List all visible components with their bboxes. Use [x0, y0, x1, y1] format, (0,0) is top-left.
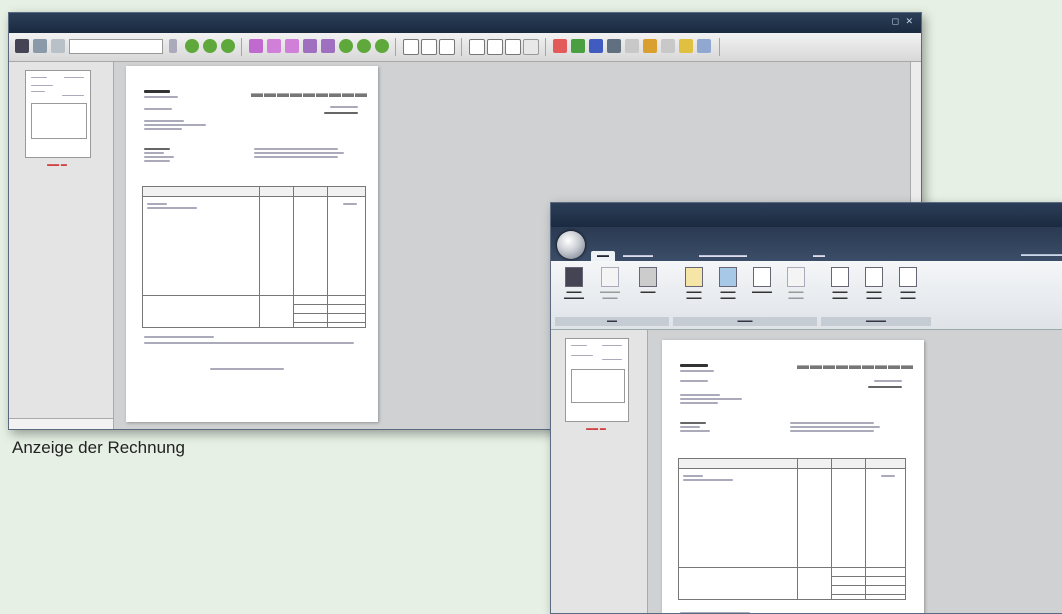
restore-icon[interactable]: ◻	[892, 17, 899, 27]
pan-icon[interactable]	[249, 39, 263, 53]
title-bar	[551, 203, 1062, 227]
page-thumbnail[interactable]	[25, 70, 91, 158]
disabled-button[interactable]: ▬▬▬▬ ▬▬▬	[595, 267, 625, 301]
rotate-right-icon[interactable]	[285, 39, 299, 53]
export-icon[interactable]	[51, 39, 65, 53]
disabled-button[interactable]: ▬▬▬ ▬▬▬	[781, 267, 811, 301]
document-icon	[601, 267, 619, 287]
zoom-select[interactable]	[69, 39, 163, 54]
info-icon[interactable]	[697, 39, 711, 53]
stacked-pages-icon	[899, 267, 917, 287]
side-by-side-view-button[interactable]: ▬▬▬ ▬▬▬	[859, 267, 889, 301]
rotate-left-icon[interactable]	[267, 39, 281, 53]
zoom-dropdown-icon[interactable]	[169, 39, 177, 53]
forward-icon[interactable]	[375, 39, 389, 53]
single-page-view-button[interactable]: ▬▬▬ ▬▬▬	[825, 267, 855, 301]
previous-page-icon[interactable]	[203, 39, 217, 53]
thumbnail-pane: ▬▬ ▬	[9, 62, 114, 429]
close-icon[interactable]: ✕	[905, 17, 913, 27]
toolbar	[9, 33, 921, 62]
document-area: ▬▬▬▬▬▬▬▬▬	[648, 330, 1062, 613]
standard-view-button[interactable]: ▬▬▬ ▬▬▬	[679, 267, 709, 301]
tab-annotationen[interactable]: ▬▬▬▬▬	[623, 251, 653, 261]
print-icon	[639, 267, 657, 287]
toolbar-separator	[719, 38, 720, 56]
folder-icon[interactable]	[679, 39, 693, 53]
refresh-icon[interactable]	[339, 39, 353, 53]
ribbon: ▬▬▬ ▬▬▬▬ ▬▬▬▬ ▬▬▬ ▬▬▬ ▬▬▬ ▬▬▬ ▬▬▬ ▬▬▬ ▬▬▬▬ ▬…	[551, 261, 1062, 330]
page-thumbnail[interactable]	[565, 338, 629, 422]
toolbar-separator	[241, 38, 242, 56]
print-button[interactable]: ▬▬▬	[633, 267, 663, 295]
toolbar-separator	[395, 38, 396, 56]
save-icon	[565, 267, 583, 287]
zoom-out-icon[interactable]	[321, 39, 335, 53]
ribbon-group-label: ▬▬▬	[673, 317, 817, 326]
camera-icon[interactable]	[607, 39, 621, 53]
raster-view-button[interactable]: ▬▬▬ ▬▬▬	[713, 267, 743, 301]
invoice-line-items-table	[142, 186, 366, 328]
thumbnail-label: ▬▬ ▬	[586, 426, 606, 432]
annotate-icon[interactable]	[553, 39, 567, 53]
rows-icon[interactable]	[505, 39, 521, 55]
print-icon[interactable]	[33, 39, 47, 53]
tab-anzeige[interactable]: ▬▬	[813, 251, 825, 261]
viewer-window-ribbon: ▬▬ ▬▬▬▬▬ ▬▬▬▬▬▬▬▬ ▬▬ ▬▬▬▬▬▬▬ ▬▬▬ ▬▬▬▬ ▬▬▬…	[550, 202, 1062, 614]
next-page-icon[interactable]	[221, 39, 235, 53]
page-icon	[787, 267, 805, 287]
save-icon[interactable]	[15, 39, 29, 53]
single-page-icon[interactable]	[403, 39, 419, 55]
fit-width-icon[interactable]	[439, 39, 455, 55]
tab-start[interactable]: ▬▬	[591, 251, 615, 261]
two-pages-icon	[865, 267, 883, 287]
single-page-icon	[831, 267, 849, 287]
invoice-page: ▬▬▬▬▬▬▬▬▬	[662, 340, 924, 613]
raster-view-icon	[719, 267, 737, 287]
ribbon-group-label: ▬▬▬▬	[821, 317, 931, 326]
ruler-icon[interactable]	[661, 39, 675, 53]
stamp-icon[interactable]	[589, 39, 603, 53]
ribbon-tab-bar: ▬▬ ▬▬▬▬▬ ▬▬▬▬▬▬▬▬ ▬▬ ▬▬▬▬▬▬▬	[551, 227, 1062, 261]
page-icon	[753, 267, 771, 287]
tools-icon[interactable]	[625, 39, 639, 53]
first-page-icon[interactable]	[185, 39, 199, 53]
invoice-title: ▬▬▬▬▬▬▬▬▬	[797, 358, 914, 372]
two-pages-icon[interactable]	[421, 39, 437, 55]
zoom-in-icon[interactable]	[303, 39, 317, 53]
layout-icon[interactable]	[469, 39, 485, 55]
toolbar-separator	[461, 38, 462, 56]
invoice-line-items-table	[678, 458, 906, 600]
grid-icon[interactable]	[523, 39, 539, 55]
thumbnail-pane: ▬▬ ▬	[551, 330, 648, 613]
horizontal-scrollbar[interactable]	[9, 418, 113, 429]
ribbon-group-label: ▬▬	[555, 317, 669, 326]
stacked-view-button[interactable]: ▬▬▬ ▬▬▬	[893, 267, 923, 301]
invoice-title: ▬▬▬▬▬▬▬▬▬	[251, 86, 368, 100]
columns-icon[interactable]	[487, 39, 503, 55]
tab-dokumenteigenschaften[interactable]: ▬▬▬▬▬▬▬▬	[699, 251, 747, 261]
invoice-page: ▬▬▬▬▬▬▬▬▬	[126, 66, 378, 422]
title-bar: ◻ ✕	[9, 13, 921, 33]
pen-icon[interactable]	[571, 39, 585, 53]
rotate-button[interactable]: ▬▬▬▬	[747, 267, 777, 295]
reload-icon[interactable]	[357, 39, 371, 53]
caption: Anzeige der Rechnung	[12, 438, 185, 457]
application-title: ▬▬▬▬▬▬▬	[1021, 252, 1062, 258]
toolbar-separator	[545, 38, 546, 56]
thumbnail-label: ▬▬ ▬	[47, 162, 67, 168]
standard-view-icon	[685, 267, 703, 287]
save-button[interactable]: ▬▬▬ ▬▬▬▬	[559, 267, 589, 301]
application-menu-orb-icon[interactable]	[557, 231, 585, 259]
key-icon[interactable]	[643, 39, 657, 53]
